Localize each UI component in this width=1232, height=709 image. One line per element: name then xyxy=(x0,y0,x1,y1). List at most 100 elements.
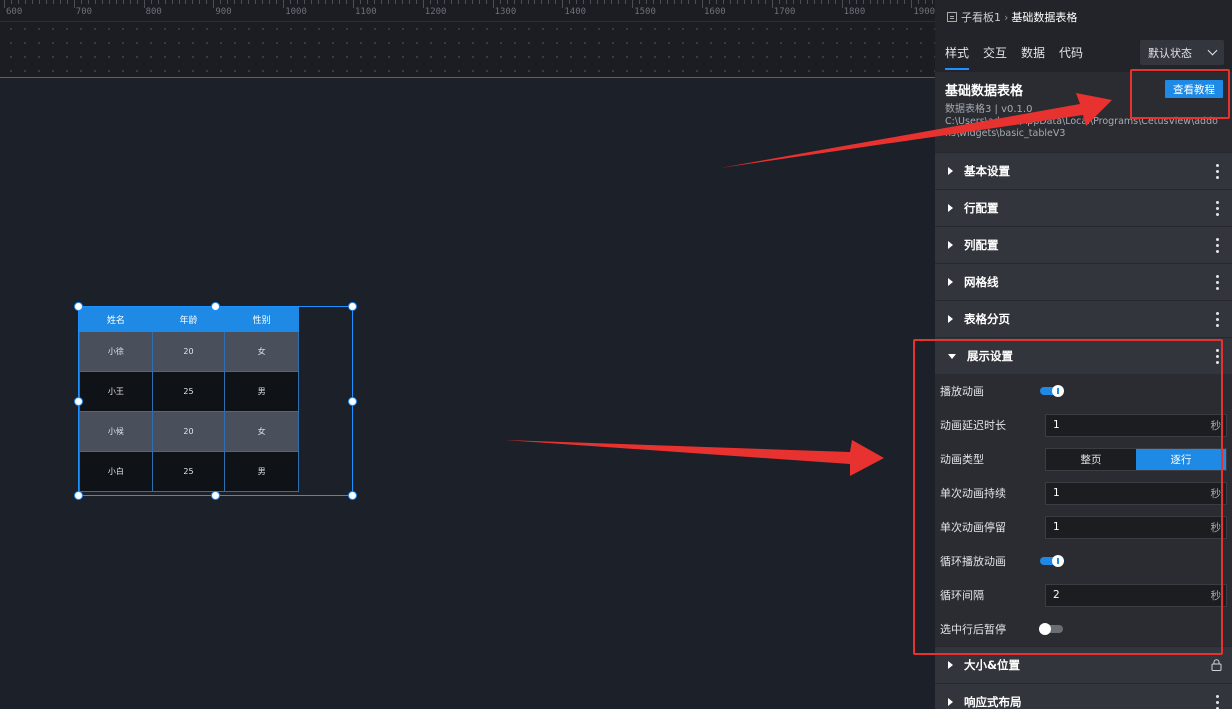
ruler-tick xyxy=(52,0,54,4)
ruler-tick xyxy=(513,0,515,4)
ruler-tick xyxy=(757,0,759,4)
tutorial-button[interactable]: 查看教程 xyxy=(1165,80,1223,98)
ruler-tick xyxy=(171,0,173,4)
section-1[interactable]: 行配置 xyxy=(935,189,1232,226)
cell: 25 xyxy=(151,371,226,412)
caret-right-icon xyxy=(948,167,953,175)
ruler-tick xyxy=(771,0,773,8)
row-delay: 动画延迟时长 1秒 xyxy=(940,408,1232,442)
ruler-tick xyxy=(325,0,327,4)
data-table: 姓名 年龄 性别 小徐 20 女 小王 25 男 小候 20 女 小白 25 男 xyxy=(79,307,299,492)
ruler-tick xyxy=(143,0,145,8)
ruler-label: 1100 xyxy=(355,7,377,17)
table-row: 小候 20 女 xyxy=(79,411,299,452)
ruler-tick xyxy=(276,0,278,4)
ruler-tick xyxy=(45,0,47,4)
delay-value: 1 xyxy=(1053,419,1060,431)
ruler-tick xyxy=(38,0,40,4)
ruler-tick xyxy=(562,0,564,8)
ruler-tick xyxy=(792,0,794,4)
interval-input[interactable]: 2秒 xyxy=(1045,583,1227,607)
ruler-tick xyxy=(736,0,738,4)
tab-interaction[interactable]: 交互 xyxy=(983,34,1007,72)
state-select[interactable]: 默认状态 xyxy=(1140,40,1224,65)
unit-seconds: 秒 xyxy=(1210,589,1222,602)
ruler-tick xyxy=(722,0,724,4)
anim-type-row[interactable]: 逐行 xyxy=(1136,448,1226,470)
row-stay: 单次动画停留 1秒 xyxy=(940,510,1232,544)
delay-input[interactable]: 1秒 xyxy=(1045,413,1227,437)
ruler-tick xyxy=(164,0,166,4)
ruler-tick xyxy=(353,0,354,8)
ruler-tick xyxy=(576,0,578,4)
duration-input[interactable]: 1秒 xyxy=(1045,481,1227,505)
ruler-tick xyxy=(220,0,222,4)
table-widget[interactable]: 姓名 年龄 性别 小徐 20 女 小王 25 男 小候 20 女 小白 25 男 xyxy=(74,302,357,500)
board-icon xyxy=(947,12,957,22)
ruler-tick xyxy=(499,0,501,4)
ruler-tick xyxy=(806,0,808,4)
panel-tabs: 样式 交互 数据 代码 默认状态 xyxy=(935,34,1232,72)
ruler-tick xyxy=(108,0,110,4)
label-duration: 单次动画持续 xyxy=(940,487,1006,500)
lock-icon[interactable] xyxy=(1211,659,1222,671)
breadcrumb-separator: › xyxy=(1004,10,1009,24)
ruler-tick xyxy=(695,0,697,4)
breadcrumb-parent[interactable]: 子看板1 xyxy=(961,9,1001,25)
section-display-settings[interactable]: 展示设置 xyxy=(935,337,1232,374)
more-vertical-icon[interactable] xyxy=(1216,312,1219,327)
ruler-tick xyxy=(373,0,375,4)
more-vertical-icon[interactable] xyxy=(1216,349,1219,364)
cell: 小白 xyxy=(79,451,153,492)
section-size-position[interactable]: 大小&位置 xyxy=(935,646,1232,683)
resize-handle-ne[interactable] xyxy=(348,302,357,311)
toggle-loop[interactable] xyxy=(1040,555,1064,567)
anim-type-segmented: 整页 逐行 xyxy=(1045,447,1227,471)
more-vertical-icon[interactable] xyxy=(1216,238,1219,253)
more-vertical-icon[interactable] xyxy=(1216,275,1219,290)
toggle-pause[interactable] xyxy=(1039,623,1063,635)
ruler-tick xyxy=(4,0,5,8)
section-2[interactable]: 列配置 xyxy=(935,226,1232,263)
section-0[interactable]: 基本设置 xyxy=(935,152,1232,189)
section-3[interactable]: 网格线 xyxy=(935,263,1232,300)
section-label: 大小&位置 xyxy=(964,658,1021,672)
ruler-tick xyxy=(862,0,864,4)
section-responsive-layout[interactable]: 响应式布局 xyxy=(935,683,1232,709)
resize-handle-e[interactable] xyxy=(348,397,357,406)
toggle-play-anim[interactable] xyxy=(1040,385,1064,397)
resize-handle-w[interactable] xyxy=(74,397,83,406)
ruler-tick xyxy=(24,0,26,4)
ruler-tick xyxy=(485,0,487,4)
ruler-tick xyxy=(729,0,731,4)
resize-handle-s[interactable] xyxy=(211,491,220,500)
anim-type-page[interactable]: 整页 xyxy=(1046,448,1136,470)
ruler-tick xyxy=(897,0,899,4)
header-age: 年龄 xyxy=(151,307,226,332)
section-4[interactable]: 表格分页 xyxy=(935,300,1232,337)
resize-handle-nw[interactable] xyxy=(74,302,83,311)
cell: 女 xyxy=(224,411,299,452)
duration-value: 1 xyxy=(1053,487,1060,499)
resize-handle-n[interactable] xyxy=(211,302,220,311)
cell: 小徐 xyxy=(79,331,153,372)
ruler-tick xyxy=(618,0,620,4)
more-vertical-icon[interactable] xyxy=(1216,164,1219,179)
ruler-tick xyxy=(10,0,12,4)
more-vertical-icon[interactable] xyxy=(1216,695,1219,709)
tab-style[interactable]: 样式 xyxy=(945,34,970,72)
resize-handle-sw[interactable] xyxy=(74,491,83,500)
ruler-tick xyxy=(443,0,445,4)
cell: 25 xyxy=(151,451,226,492)
resize-handle-se[interactable] xyxy=(348,491,357,500)
more-vertical-icon[interactable] xyxy=(1216,201,1219,216)
table-row: 小白 25 男 xyxy=(79,451,299,492)
tab-data[interactable]: 数据 xyxy=(1021,34,1045,72)
tab-code[interactable]: 代码 xyxy=(1059,34,1083,72)
ruler-tick xyxy=(702,0,703,8)
ruler-tick xyxy=(87,0,89,4)
ruler-tick xyxy=(597,0,599,4)
ruler-tick xyxy=(743,0,745,4)
ruler-tick xyxy=(925,0,927,4)
stay-input[interactable]: 1秒 xyxy=(1045,515,1227,539)
